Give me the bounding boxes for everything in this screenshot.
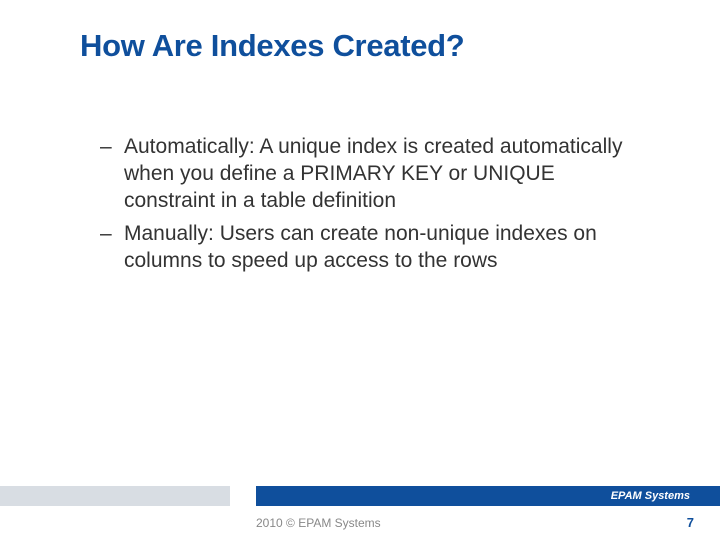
- bullet-list: Automatically: A unique index is created…: [100, 134, 640, 274]
- footer-bottom: 2010 © EPAM Systems 7: [0, 506, 720, 540]
- footer-main: EPAM Systems: [256, 486, 720, 506]
- footer-logo-text: EPAM Systems: [611, 486, 690, 506]
- bullet-item: Automatically: A unique index is created…: [100, 134, 640, 215]
- page-number: 7: [687, 515, 694, 530]
- footer-accent-left: [0, 486, 230, 506]
- copyright-text: 2010 © EPAM Systems: [256, 516, 381, 530]
- footer-gap: [230, 486, 256, 506]
- bullet-item: Manually: Users can create non-unique in…: [100, 221, 640, 275]
- content-area: Automatically: A unique index is created…: [0, 64, 720, 274]
- slide-title: How Are Indexes Created?: [0, 0, 720, 64]
- footer-bar: EPAM Systems: [0, 486, 720, 506]
